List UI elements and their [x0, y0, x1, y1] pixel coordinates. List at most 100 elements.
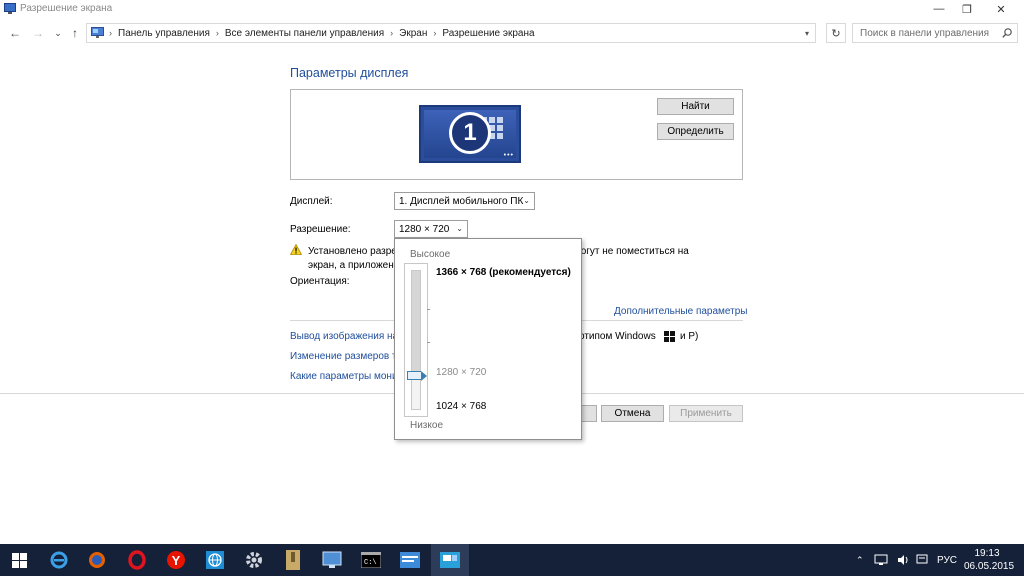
text-size-link[interactable]: Изменение размеров те: [290, 351, 402, 362]
breadcrumb-separator[interactable]: ›: [390, 28, 393, 38]
slider-tick: [427, 309, 430, 310]
breadcrumb-item-all-items[interactable]: Все элементы панели управления: [225, 28, 384, 39]
network-icon[interactable]: [874, 544, 888, 576]
breadcrumb: › Панель управления › Все элементы панел…: [87, 28, 535, 39]
command-prompt-icon: C:\: [361, 552, 381, 568]
chevron-down-icon: ⌄: [523, 196, 530, 205]
taskbar-yandex[interactable]: Y: [157, 544, 195, 576]
taskbar-settings[interactable]: [235, 544, 273, 576]
projector-shortcut-text: отипом Windows: [579, 331, 656, 342]
taskbar-file-manager[interactable]: [391, 544, 429, 576]
resolution-label: Разрешение:: [290, 224, 351, 235]
display-settings-icon: [440, 552, 460, 568]
projector-output-link[interactable]: Вывод изображения на: [290, 331, 398, 342]
advanced-settings-link[interactable]: Дополнительные параметры: [614, 306, 747, 317]
monitor-number: 1: [449, 112, 491, 154]
slider-tick: [427, 342, 430, 343]
search-placeholder: Поиск в панели управления: [860, 27, 990, 39]
firefox-icon: [89, 552, 105, 568]
warning-line1-end: ы могут не поместиться на: [563, 246, 689, 257]
monitor-1-thumbnail[interactable]: 1 •••: [419, 105, 521, 163]
taskbar-internet-explorer[interactable]: [40, 544, 78, 576]
warning-line1-start: Установлено разре: [308, 246, 397, 257]
taskbar-firefox[interactable]: [78, 544, 116, 576]
address-history-dropdown[interactable]: ▾: [799, 24, 815, 42]
slider-fill: [412, 271, 420, 376]
taskbar-globe-app[interactable]: [196, 544, 234, 576]
taskbar-screen-app[interactable]: [313, 544, 351, 576]
display-select-value: 1. Дисплей мобильного ПК: [399, 195, 524, 207]
resolution-slider[interactable]: [404, 263, 430, 417]
taskbar-display-settings[interactable]: [431, 544, 469, 576]
forward-button[interactable]: →: [29, 24, 47, 42]
title-bar: Разрешение экрана — ❐ ✕: [0, 0, 1024, 18]
clock[interactable]: 19:13 06.05.2015: [964, 547, 1015, 573]
display-app-icon: [4, 3, 16, 14]
taskbar: Y C:\ ⌃ РУС 19:13 06.05.2015: [0, 544, 1024, 576]
warning-line2: экран, а приложен: [308, 260, 394, 271]
monitor-settings-link[interactable]: Какие параметры мони: [290, 371, 398, 382]
back-button[interactable]: ←: [6, 24, 24, 42]
control-panel-icon: [91, 27, 104, 38]
refresh-button[interactable]: ↻: [826, 23, 846, 43]
display-preview-panel: 1 ••• Найти Определить: [290, 89, 743, 180]
clock-date: 06.05.2015: [964, 561, 1015, 572]
breadcrumb-item-control-panel[interactable]: Панель управления: [118, 28, 210, 39]
resolution-option-1366[interactable]: 1366 × 768 (рекомендуется): [436, 267, 571, 278]
taskbar-archive[interactable]: [274, 544, 312, 576]
windows-start-button[interactable]: [0, 544, 38, 576]
orientation-label: Ориентация:: [290, 276, 350, 287]
windows-start-icon: [11, 552, 27, 568]
windows-logo-icon: [664, 331, 675, 342]
recent-locations-button[interactable]: ⌄: [49, 24, 67, 42]
breadcrumb-item-resolution[interactable]: Разрешение экрана: [442, 28, 534, 39]
apply-button[interactable]: Применить: [669, 405, 743, 422]
page-title: Параметры дисплея: [290, 66, 409, 80]
slider-rail: [411, 270, 421, 410]
internet-explorer-icon: [50, 551, 68, 569]
navigation-bar: ← → ⌄ ↑ › Панель управления › Все элемен…: [0, 22, 1024, 44]
resolution-slider-popup: Высокое 1366 × 768 (рекомендуется) 1280 …: [394, 238, 582, 440]
breadcrumb-separator[interactable]: ›: [216, 28, 219, 38]
projector-shortcut-key: и P): [680, 331, 699, 342]
up-button[interactable]: ↑: [66, 24, 84, 42]
resolution-select[interactable]: 1280 × 720 ⌄: [394, 220, 468, 238]
archive-icon: [286, 550, 300, 570]
window-title: Разрешение экрана: [20, 3, 113, 14]
show-hidden-icons-button[interactable]: ⌃: [856, 544, 864, 576]
clock-time: 19:13: [974, 548, 1000, 559]
breadcrumb-item-display[interactable]: Экран: [399, 28, 427, 39]
minimize-button[interactable]: —: [924, 0, 954, 18]
display-select[interactable]: 1. Дисплей мобильного ПК ⌄: [394, 192, 535, 210]
chevron-down-icon: ⌄: [456, 224, 463, 233]
restore-button[interactable]: ❐: [952, 0, 982, 18]
breadcrumb-separator[interactable]: ›: [433, 28, 436, 38]
high-label: Высокое: [410, 249, 451, 260]
yandex-browser-icon: Y: [167, 551, 185, 569]
search-icon: [1002, 28, 1012, 38]
speaker-icon[interactable]: [897, 544, 909, 576]
display-label: Дисплей:: [290, 196, 333, 207]
opera-icon: [128, 550, 146, 570]
slider-thumb[interactable]: [407, 371, 427, 382]
search-input[interactable]: Поиск в панели управления: [852, 23, 1018, 43]
detect-button[interactable]: Определить: [657, 123, 734, 140]
close-button[interactable]: ✕: [986, 0, 1016, 18]
resolution-select-value: 1280 × 720: [399, 223, 450, 235]
globe-icon: [206, 551, 224, 569]
find-button[interactable]: Найти: [657, 98, 734, 115]
breadcrumb-separator: ›: [109, 28, 112, 38]
screen-app-icon: [322, 551, 342, 568]
input-language[interactable]: РУС: [937, 544, 957, 576]
taskbar-command-prompt[interactable]: C:\: [352, 544, 390, 576]
notification-icon[interactable]: [916, 544, 928, 576]
taskbar-opera[interactable]: [118, 544, 156, 576]
resolution-option-1024[interactable]: 1024 × 768: [436, 401, 486, 412]
monitor-dots: •••: [503, 152, 514, 159]
warning-icon: [290, 244, 302, 255]
address-bar[interactable]: › Панель управления › Все элементы панел…: [86, 23, 816, 43]
cancel-button[interactable]: Отмена: [601, 405, 664, 422]
low-label: Низкое: [410, 420, 444, 431]
resolution-option-1280[interactable]: 1280 × 720: [436, 367, 486, 378]
file-manager-icon: [400, 552, 420, 568]
